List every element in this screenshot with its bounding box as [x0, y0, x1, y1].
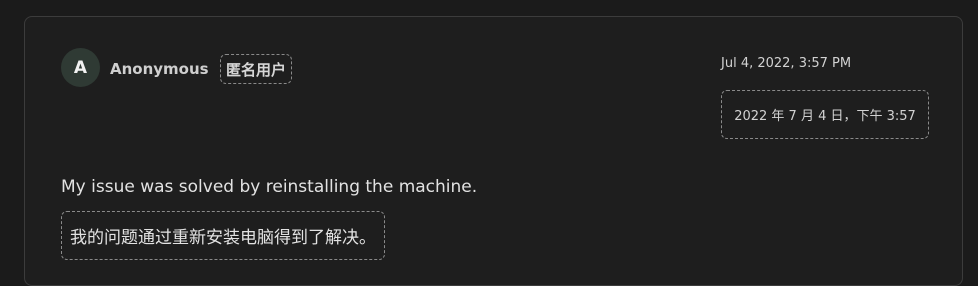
- comment-text: My issue was solved by reinstalling the …: [61, 177, 478, 197]
- comment-text-translation: 我的问题通过重新安装电脑得到了解决。: [61, 211, 385, 260]
- author-name-translation: 匿名用户: [220, 54, 293, 84]
- comment-card: A Anonymous 匿名用户 Jul 4, 2022, 3:57 PM 20…: [24, 16, 963, 286]
- timestamp: Jul 4, 2022, 3:57 PM: [721, 56, 852, 71]
- avatar[interactable]: A: [61, 48, 100, 87]
- author-name: Anonymous: [110, 60, 209, 78]
- timestamp-translation: 2022 年 7 月 4 日，下午 3:57: [721, 90, 929, 139]
